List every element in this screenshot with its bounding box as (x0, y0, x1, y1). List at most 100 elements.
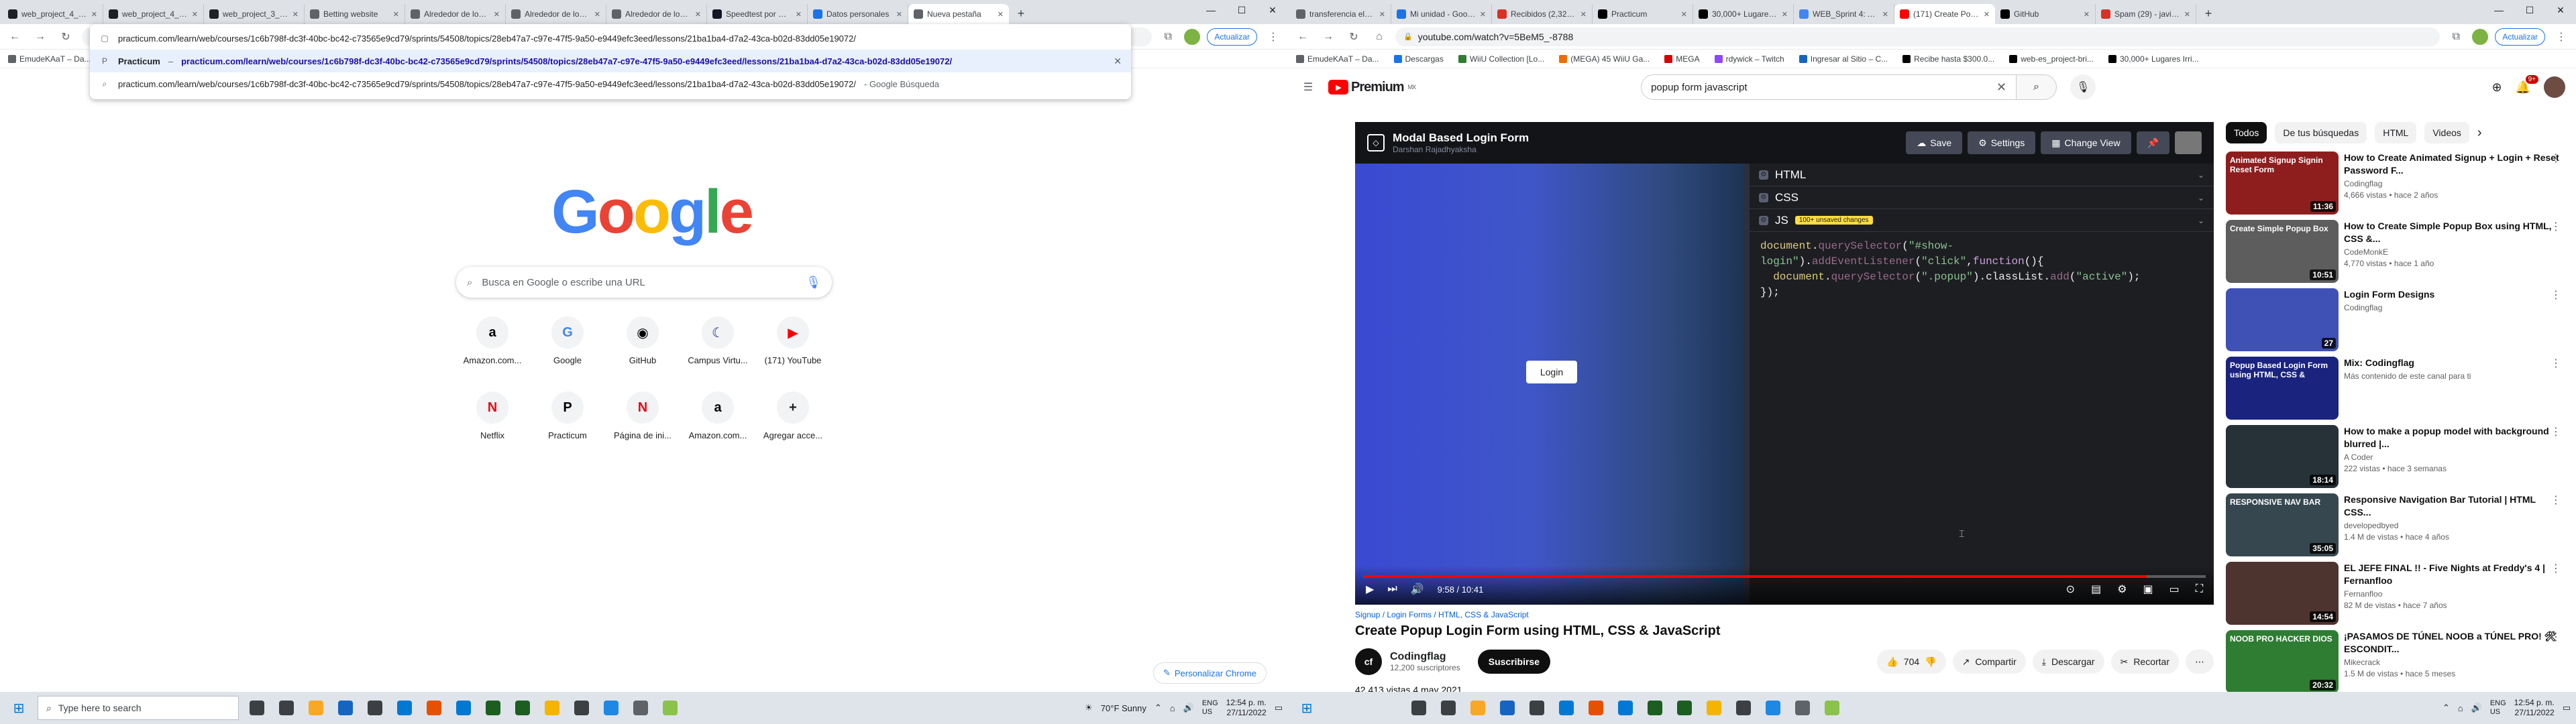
taskbar-app-icon[interactable] (274, 695, 299, 721)
browser-tab[interactable]: web_project_4_es... ✕ (103, 4, 204, 24)
browser-tab[interactable]: Recibidos (2,320) - ja... ✕ (1492, 4, 1593, 24)
shortcut-tile[interactable]: N Página de ini... (605, 391, 680, 452)
language-indicator[interactable]: ENG US (1202, 699, 1218, 717)
shortcut-tile[interactable]: G Google (530, 316, 605, 377)
taskbar-app-icon[interactable] (1436, 695, 1461, 721)
browser-tab[interactable]: web_project_3_es... ✕ (204, 4, 305, 24)
voice-search-icon[interactable]: 🎙 (2070, 74, 2096, 100)
bookmark-item[interactable]: EmudeKAaT – Da... (1296, 54, 1379, 64)
notifications-button[interactable]: 🔔 9+ (2516, 74, 2538, 95)
suggestion-row[interactable]: P Practicum – practicum.com/learn/web/co… (90, 50, 1131, 72)
filter-chip[interactable]: De tus búsquedas (2275, 122, 2367, 143)
related-channel[interactable]: developedbyed (2344, 521, 2561, 530)
shortcut-tile[interactable]: + Agregar acce... (755, 391, 830, 452)
notification-icon[interactable]: ▭ (1275, 703, 1283, 713)
tab-close-icon[interactable]: ✕ (2184, 10, 2190, 19)
more-options-icon[interactable]: ⋮ (2551, 425, 2561, 438)
taskbar-app-icon[interactable] (1406, 695, 1432, 721)
related-title[interactable]: EL JEFE FINAL !! - Five Nights at Freddy… (2344, 562, 2561, 587)
profile-avatar[interactable] (1184, 28, 1201, 45)
youtube-premium-logo[interactable]: ▶ Premium MX (1328, 80, 1416, 95)
taskbar-app-icon[interactable] (362, 695, 388, 721)
taskbar-app-icon[interactable] (480, 695, 506, 721)
bookmark-item[interactable]: Descargas (1393, 54, 1444, 64)
taskbar-search[interactable]: ⌕ Type here to search (38, 696, 239, 720)
taskbar-app-icon[interactable] (628, 695, 653, 721)
related-title[interactable]: Mix: Codingflag (2344, 357, 2561, 369)
browser-tab[interactable]: Alrededor de los E... ✕ (606, 4, 707, 24)
browser-tab[interactable]: Spam (29) - javierca... ✕ (2096, 4, 2196, 24)
more-options-icon[interactable]: ⋮ (2551, 288, 2561, 302)
taskbar-app-icon[interactable] (657, 695, 683, 721)
browser-tab[interactable]: Speedtest por Ook... ✕ (707, 4, 808, 24)
related-video-item[interactable]: 14:54 EL JEFE FINAL !! - Five Nights at F… (2226, 562, 2561, 625)
related-video-item[interactable]: 27 Login Form Designs Codingflag ⋮ (2226, 288, 2561, 351)
next-icon[interactable]: ⏭ (1387, 583, 1397, 595)
minimize-icon[interactable]: — (2483, 0, 2514, 20)
tab-close-icon[interactable]: ✕ (2084, 10, 2090, 19)
related-title[interactable]: How to Create Simple Popup Box using HTM… (2344, 220, 2561, 245)
tab-close-icon[interactable]: ✕ (1882, 10, 1888, 19)
shortcut-tile[interactable]: P Practicum (530, 391, 605, 452)
volume-icon[interactable]: 🔊 (1411, 583, 1424, 596)
bookmark-item[interactable]: WiiU Collection [Lo... (1458, 54, 1544, 64)
browser-tab[interactable]: Alrededor de los E... ✕ (506, 4, 606, 24)
close-icon[interactable]: ✕ (1257, 0, 1288, 20)
volume-icon[interactable]: 🔊 (1183, 703, 1194, 713)
download-button[interactable]: ⤓ Descargar (2032, 650, 2104, 674)
taskbar-app-icon[interactable] (1495, 695, 1520, 721)
related-video-item[interactable]: Animated Signup Signin Reset Form 11:36 Ho… (2226, 152, 2561, 215)
bookmark-item[interactable]: Recibe hasta $300.0... (1902, 54, 1994, 64)
video-thumbnail[interactable]: Animated Signup Signin Reset Form 11:36 (2226, 152, 2339, 215)
tab-close-icon[interactable]: ✕ (292, 10, 299, 19)
taskbar-app-icon[interactable] (598, 695, 624, 721)
shortcut-tile[interactable]: a Amazon.com... (455, 316, 530, 377)
taskbar-app-icon[interactable] (539, 695, 565, 721)
remove-suggestion-icon[interactable]: ✕ (1114, 56, 1122, 67)
browser-tab[interactable]: Nueva pestaña ✕ (908, 4, 1009, 24)
bookmark-item[interactable]: 30,000+ Lugares Irri... (2108, 54, 2199, 64)
browser-tab[interactable]: Mi unidad - Google D... ✕ (1391, 4, 1492, 24)
tab-close-icon[interactable]: ✕ (91, 10, 97, 19)
tab-close-icon[interactable]: ✕ (594, 10, 600, 19)
video-thumbnail[interactable]: 14:54 (2226, 562, 2339, 625)
related-title[interactable]: How to Create Animated Signup + Login + … (2344, 152, 2561, 177)
browser-tab[interactable]: Betting website ✕ (305, 4, 405, 24)
windows-start-icon[interactable]: ⊞ (1293, 695, 1320, 721)
bookmark-item[interactable]: web-es_project-bri... (2009, 54, 2094, 64)
browser-tab[interactable]: Practicum ✕ (1593, 4, 1693, 24)
suggestion-row[interactable]: ⌕ practicum.com/learn/web/courses/1c6b79… (90, 72, 1131, 95)
bookmark-item[interactable]: rdywick – Twitch (1714, 54, 1784, 64)
theater-mode-icon[interactable]: ▭ (2169, 583, 2180, 596)
extensions-icon[interactable]: ⧉ (1159, 27, 1177, 46)
taskbar-app-icon[interactable] (1583, 695, 1609, 721)
menu-icon[interactable]: ⋮ (2552, 27, 2571, 46)
browser-tab[interactable]: web_project_4_es... ✕ (3, 4, 103, 24)
taskbar-app-icon[interactable] (421, 695, 447, 721)
update-button[interactable]: Actualizar (1207, 27, 1257, 46)
forward-icon[interactable]: → (31, 27, 50, 46)
bookmark-item[interactable]: (MEGA) 45 WiiU Ga... (1559, 54, 1650, 64)
clock[interactable]: 12:54 p. m. 27/11/2022 (1226, 698, 1267, 718)
related-title[interactable]: ¡PASAMOS DE TÚNEL NOOB a TÚNEL PRO! 🛠 ES… (2344, 630, 2561, 656)
browser-tab[interactable]: 30,000+ Lugares Irrea... ✕ (1693, 4, 1794, 24)
more-options-icon[interactable]: ⋮ (2551, 630, 2561, 644)
tab-close-icon[interactable]: ✕ (695, 10, 701, 19)
like-button[interactable]: 👍 704 👎 (1877, 650, 1946, 674)
taskbar-app-icon[interactable] (1731, 695, 1756, 721)
maximize-icon[interactable]: ☐ (2514, 0, 2545, 20)
tab-close-icon[interactable]: ✕ (494, 10, 500, 19)
taskbar-app-icon[interactable] (451, 695, 476, 721)
video-thumbnail[interactable]: Popup Based Login Form using HTML, CSS & (2226, 357, 2339, 420)
omnibox-input-row[interactable]: ▢ practicum.com/learn/web/courses/1c6b79… (90, 27, 1131, 50)
share-button[interactable]: ↗ Compartir (1952, 650, 2026, 674)
channel-avatar[interactable]: cf (1355, 648, 1382, 675)
related-channel[interactable]: Codingflag (2344, 303, 2561, 312)
chevron-up-icon[interactable]: ⌃ (1155, 703, 1162, 713)
tab-close-icon[interactable]: ✕ (1580, 10, 1587, 19)
filter-chip[interactable]: Videos (2424, 122, 2469, 143)
thumbs-down-icon[interactable]: 👎 (1925, 656, 1936, 668)
settings-icon[interactable]: ⚙ (2117, 583, 2127, 596)
taskbar-app-icon[interactable] (1642, 695, 1668, 721)
tab-close-icon[interactable]: ✕ (393, 10, 399, 19)
